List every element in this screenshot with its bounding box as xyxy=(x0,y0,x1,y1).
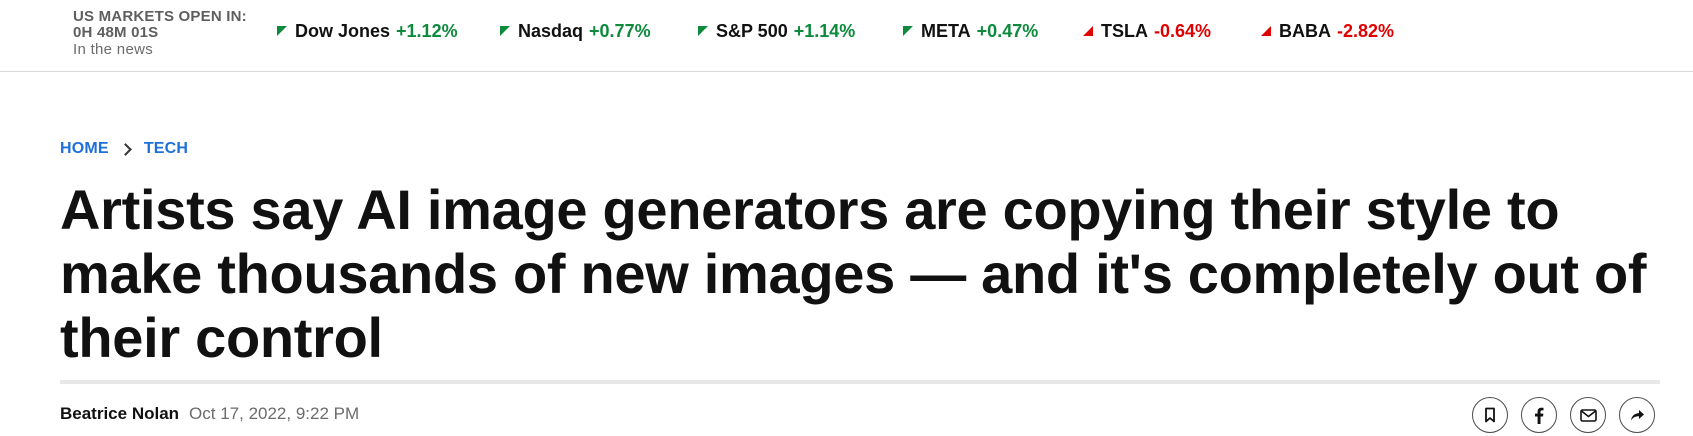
down-arrow-icon xyxy=(1261,26,1271,36)
up-arrow-icon xyxy=(698,26,708,36)
ticker-sp500[interactable]: S&P 500 +1.14% xyxy=(698,19,855,43)
ticker-change: +1.14% xyxy=(793,20,856,41)
headline-divider xyxy=(60,380,1660,384)
market-countdown: 0H 48M 01S xyxy=(73,24,159,41)
ticker-name: META xyxy=(921,20,971,41)
author-link[interactable]: Beatrice Nolan xyxy=(60,404,179,424)
email-icon xyxy=(1579,408,1597,422)
publish-date: Oct 17, 2022, 9:22 PM xyxy=(189,404,360,423)
facebook-icon xyxy=(1535,407,1544,424)
share-toolbar xyxy=(1472,397,1668,433)
up-arrow-icon xyxy=(903,26,913,36)
byline: Beatrice Nolan Oct 17, 2022, 9:22 PM xyxy=(60,404,359,424)
ticker-name: S&P 500 xyxy=(716,20,788,41)
in-the-news-label: In the news xyxy=(73,41,154,58)
breadcrumb-tech-link[interactable]: TECH xyxy=(144,140,188,158)
ticker-dow-jones[interactable]: Dow Jones +1.12% xyxy=(277,19,458,43)
bookmark-icon xyxy=(1485,407,1495,423)
ticker-nasdaq[interactable]: Nasdaq +0.77% xyxy=(500,19,651,43)
ticker-change: -2.82% xyxy=(1337,20,1395,41)
market-status: US MARKETS OPEN IN: 0H 48M 01S In the ne… xyxy=(73,9,247,59)
share-button[interactable] xyxy=(1619,397,1655,433)
ticker-tsla[interactable]: TSLA -0.64% xyxy=(1083,19,1211,43)
ticker-change: +0.47% xyxy=(976,20,1039,41)
up-arrow-icon xyxy=(500,26,510,36)
ticker-change: +0.77% xyxy=(589,20,651,41)
bookmark-button[interactable] xyxy=(1472,397,1508,433)
share-icon xyxy=(1630,409,1644,420)
ticker-name: Nasdaq xyxy=(518,20,584,41)
email-share-button[interactable] xyxy=(1570,397,1606,433)
up-arrow-icon xyxy=(277,26,287,36)
ticker-name: TSLA xyxy=(1101,20,1148,41)
facebook-share-button[interactable] xyxy=(1521,397,1557,433)
ticker-name: BABA xyxy=(1279,20,1331,41)
down-arrow-icon xyxy=(1083,26,1093,36)
ticker-baba[interactable]: BABA -2.82% xyxy=(1261,19,1394,43)
market-ticker-bar: US MARKETS OPEN IN: 0H 48M 01S In the ne… xyxy=(0,0,1693,72)
ticker-name: Dow Jones xyxy=(295,20,391,41)
ticker-change: -0.64% xyxy=(1154,20,1212,41)
ticker-meta[interactable]: META +0.47% xyxy=(903,19,1038,43)
market-status-title: US MARKETS OPEN IN: xyxy=(73,8,247,25)
chevron-right-icon xyxy=(118,142,132,156)
ticker-change: +1.12% xyxy=(396,20,458,41)
article-headline: Artists say AI image generators are copy… xyxy=(60,178,1647,369)
breadcrumb: HOME TECH xyxy=(60,140,188,158)
breadcrumb-home-link[interactable]: HOME xyxy=(60,140,109,158)
